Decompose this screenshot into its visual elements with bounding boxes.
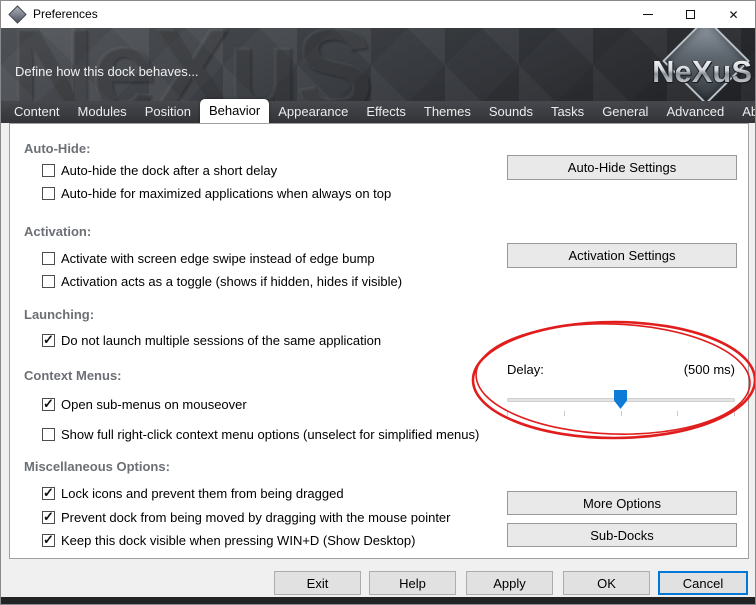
tick-mark: [677, 411, 678, 416]
help-button[interactable]: Help: [369, 571, 456, 595]
checkbox-row-lock-icons[interactable]: Lock icons and prevent them from being d…: [42, 485, 344, 501]
maximize-icon: [686, 10, 695, 19]
delay-value: (500 ms): [684, 362, 735, 377]
section-launching: Launching:: [24, 307, 94, 322]
activation-settings-button[interactable]: Activation Settings: [507, 243, 737, 268]
section-activation: Activation:: [24, 224, 91, 239]
nexus-app-icon: [8, 5, 26, 23]
tab-advanced[interactable]: Advanced: [657, 101, 733, 123]
checkbox[interactable]: [42, 187, 55, 200]
behavior-panel: Auto-Hide: Auto-hide the dock after a sh…: [9, 123, 749, 559]
tab-bar: Content Modules Position Behavior Appear…: [1, 101, 755, 123]
window-title: Preferences: [33, 1, 98, 28]
checkbox-row-edge-swipe[interactable]: Activate with screen edge swipe instead …: [42, 250, 375, 266]
checkbox-row-submenus-mouseover[interactable]: Open sub-menus on mouseover: [42, 396, 247, 412]
checkbox-row-full-context-menu[interactable]: Show full right-click context menu optio…: [42, 426, 479, 442]
checkbox-label: Auto-hide for maximized applications whe…: [61, 186, 391, 201]
nexus-logo-text: NeXuS: [652, 54, 752, 90]
section-auto-hide: Auto-Hide:: [24, 141, 90, 156]
delay-slider-thumb[interactable]: [614, 390, 627, 409]
checkbox-label: Activation acts as a toggle (shows if hi…: [61, 274, 402, 289]
tick-mark: [507, 411, 508, 416]
checkbox-label: Open sub-menus on mouseover: [61, 397, 247, 412]
checkbox-row-keep-visible-win-d[interactable]: Keep this dock visible when pressing WIN…: [42, 532, 415, 548]
apply-button[interactable]: Apply: [466, 571, 553, 595]
delay-slider-labels: Delay: (500 ms): [507, 362, 735, 377]
delay-label: Delay:: [507, 362, 544, 377]
minimize-button[interactable]: [626, 1, 669, 28]
red-circle-annotation: [460, 316, 756, 446]
checkbox[interactable]: [42, 534, 55, 547]
window-controls: ✕: [626, 1, 755, 28]
delay-slider-ticks: [507, 411, 735, 416]
tab-themes[interactable]: Themes: [415, 101, 480, 123]
checkbox-label: Show full right-click context menu optio…: [61, 427, 479, 442]
tab-about[interactable]: About: [733, 101, 756, 123]
checkbox-row-autohide-maximized[interactable]: Auto-hide for maximized applications whe…: [42, 185, 391, 201]
preferences-window: Preferences ✕ NeXuS Define how this dock…: [0, 0, 756, 605]
tick-mark: [564, 411, 565, 416]
tab-sounds[interactable]: Sounds: [480, 101, 542, 123]
maximize-button[interactable]: [669, 1, 712, 28]
nexus-logo: NeXuS: [630, 28, 755, 101]
title-bar: Preferences ✕: [1, 1, 755, 28]
exit-button[interactable]: Exit: [274, 571, 361, 595]
tab-content[interactable]: Content: [5, 101, 69, 123]
close-icon: ✕: [728, 9, 738, 21]
tick-mark: [621, 411, 622, 416]
tab-position[interactable]: Position: [136, 101, 200, 123]
checkbox[interactable]: [42, 275, 55, 288]
checkbox[interactable]: [42, 164, 55, 177]
minimize-icon: [643, 14, 653, 15]
tab-general[interactable]: General: [593, 101, 657, 123]
checkbox[interactable]: [42, 398, 55, 411]
checkbox[interactable]: [42, 428, 55, 441]
checkbox[interactable]: [42, 252, 55, 265]
checkbox-label: Lock icons and prevent them from being d…: [61, 486, 344, 501]
tab-behavior[interactable]: Behavior: [200, 99, 269, 123]
more-options-button[interactable]: More Options: [507, 491, 737, 515]
checkbox-row-activation-toggle[interactable]: Activation acts as a toggle (shows if hi…: [42, 273, 402, 289]
ok-button[interactable]: OK: [563, 571, 650, 595]
tab-effects[interactable]: Effects: [357, 101, 415, 123]
tab-description: Define how this dock behaves...: [15, 64, 199, 79]
bottom-dark-strip: [1, 597, 755, 604]
tab-modules[interactable]: Modules: [69, 101, 136, 123]
close-button[interactable]: ✕: [712, 1, 755, 28]
checkbox-label: Keep this dock visible when pressing WIN…: [61, 533, 415, 548]
checkbox-label: Prevent dock from being moved by draggin…: [61, 510, 451, 525]
checkbox[interactable]: [42, 334, 55, 347]
checkbox[interactable]: [42, 511, 55, 524]
checkbox-label: Auto-hide the dock after a short delay: [61, 163, 277, 178]
checkbox-row-no-multiple-sessions[interactable]: Do not launch multiple sessions of the s…: [42, 332, 381, 348]
checkbox-row-autohide-delay[interactable]: Auto-hide the dock after a short delay: [42, 162, 277, 178]
checkbox[interactable]: [42, 487, 55, 500]
section-miscellaneous: Miscellaneous Options:: [24, 459, 170, 474]
tab-appearance[interactable]: Appearance: [269, 101, 357, 123]
cancel-button[interactable]: Cancel: [658, 571, 748, 595]
header-banner: NeXuS Define how this dock behaves... Ne…: [1, 28, 755, 101]
sub-docks-button[interactable]: Sub-Docks: [507, 523, 737, 547]
auto-hide-settings-button[interactable]: Auto-Hide Settings: [507, 155, 737, 180]
checkbox-label: Do not launch multiple sessions of the s…: [61, 333, 381, 348]
tick-mark: [734, 411, 735, 416]
tab-tasks[interactable]: Tasks: [542, 101, 593, 123]
checkbox-label: Activate with screen edge swipe instead …: [61, 251, 375, 266]
checkbox-row-prevent-dock-move[interactable]: Prevent dock from being moved by draggin…: [42, 509, 451, 525]
section-context-menus: Context Menus:: [24, 368, 122, 383]
